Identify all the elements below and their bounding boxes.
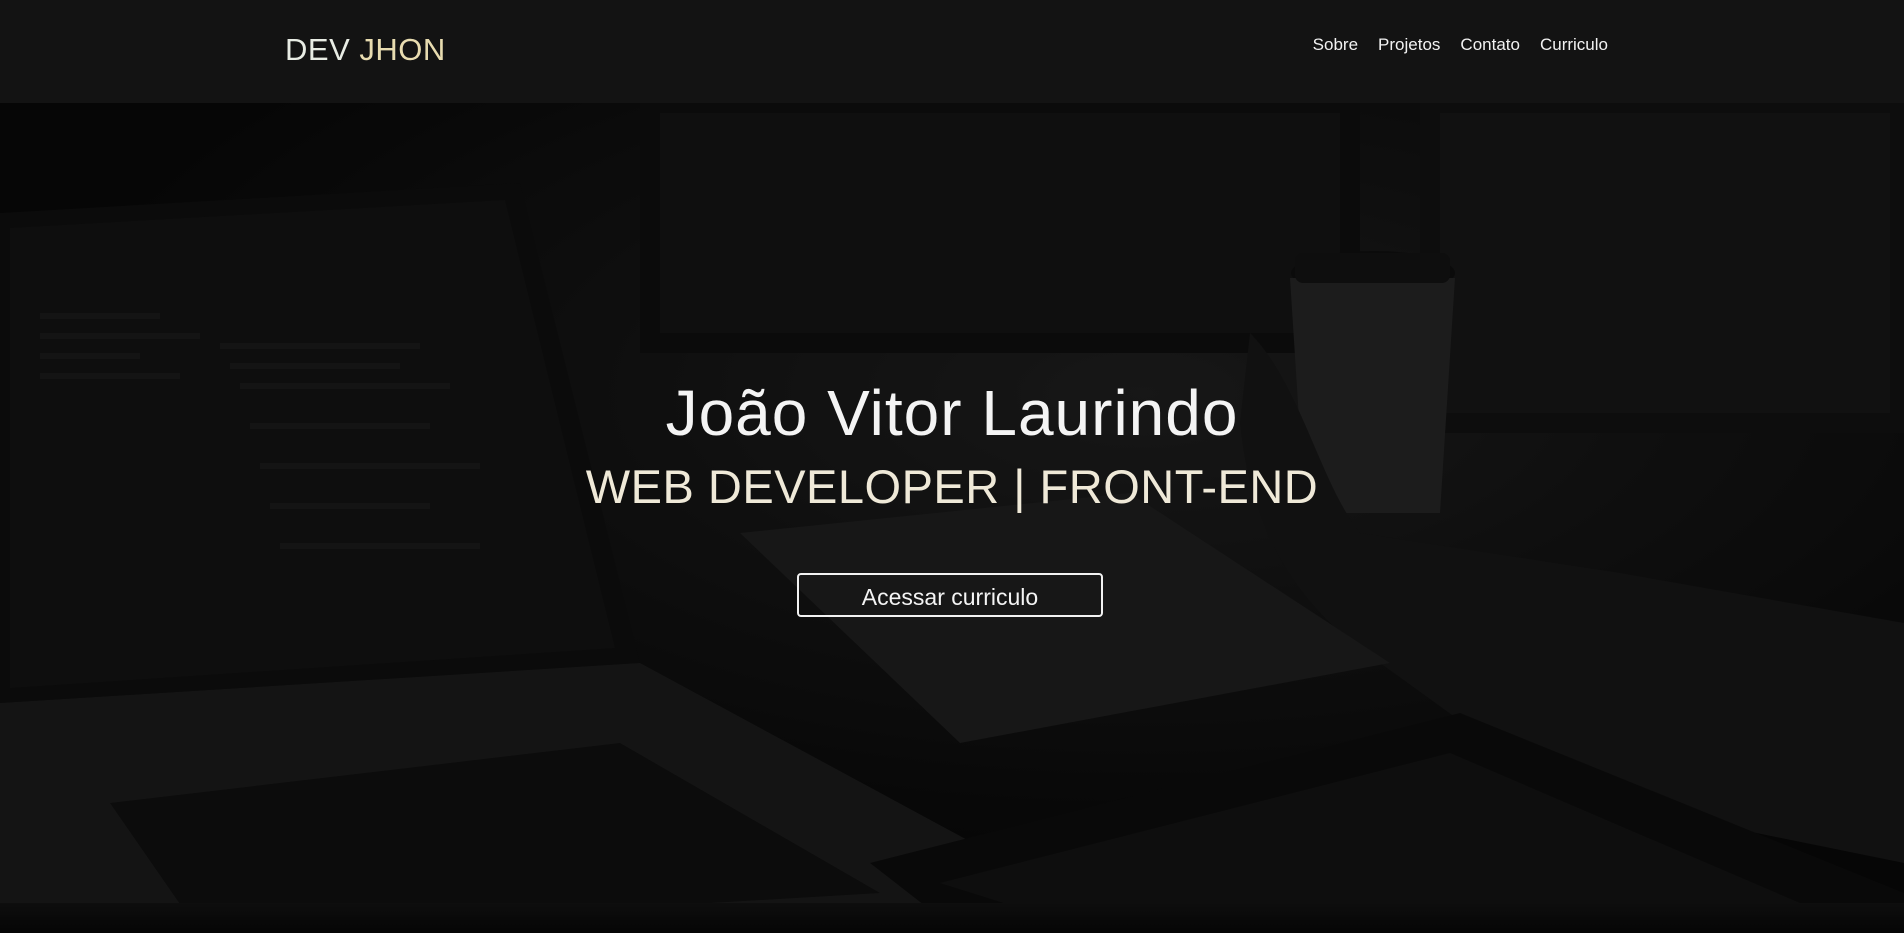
main-nav: Sobre Projetos Contato Curriculo (1313, 35, 1608, 55)
nav-link-sobre[interactable]: Sobre (1313, 35, 1358, 55)
hero-section: João Vitor Laurindo WEB DEVELOPER | FRON… (0, 103, 1904, 933)
nav-link-curriculo[interactable]: Curriculo (1540, 35, 1608, 55)
hero-title: João Vitor Laurindo (665, 377, 1239, 449)
top-navbar: DEV JHON Sobre Projetos Contato Curricul… (0, 0, 1904, 103)
site-logo[interactable]: DEV JHON (285, 32, 446, 68)
access-resume-button[interactable]: Acessar curriculo (797, 573, 1103, 617)
logo-text-first: DEV (285, 32, 351, 67)
hero-content: João Vitor Laurindo WEB DEVELOPER | FRON… (0, 103, 1904, 933)
hero-subtitle: WEB DEVELOPER | FRONT-END (585, 460, 1319, 513)
logo-text-second: JHON (359, 32, 446, 67)
nav-link-projetos[interactable]: Projetos (1378, 35, 1440, 55)
page: DEV JHON Sobre Projetos Contato Curricul… (0, 0, 1904, 933)
nav-link-contato[interactable]: Contato (1460, 35, 1520, 55)
